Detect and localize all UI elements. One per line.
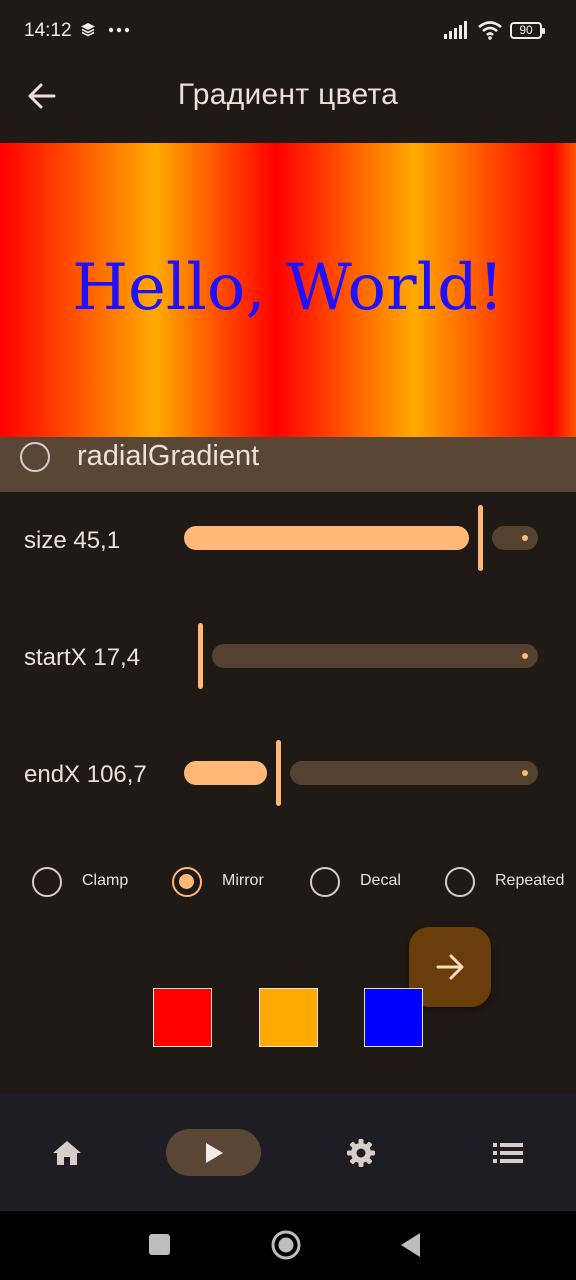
nav-play[interactable] [166,1129,261,1176]
tile-mode-group: Clamp Mirror Decal Repeated [0,860,576,904]
endx-slider-thumb[interactable] [276,740,281,806]
endx-slider-inactive-track [290,761,538,785]
list-icon [493,1142,523,1163]
size-slider[interactable] [184,505,538,571]
nav-home[interactable] [40,1129,94,1176]
radial-gradient-radio[interactable] [20,442,50,472]
preview-text: Hello, World! [72,251,504,325]
tile-mode-decal-label: Decal [360,872,401,889]
size-slider-thumb[interactable] [478,505,483,571]
startx-slider-label: startX 17,4 [24,644,141,671]
size-slider-inactive-track [492,526,538,550]
tile-mode-repeated-label: Repeated [495,872,565,889]
color-swatch-blue[interactable] [364,988,423,1047]
tile-mode-decal-radio[interactable] [310,867,340,897]
tile-mode-clamp-radio[interactable] [32,867,62,897]
settings-icon [347,1138,375,1167]
startx-slider-thumb[interactable] [198,623,203,689]
status-time: 14:12 [24,20,72,41]
status-right-icons: 90 [444,20,545,40]
startx-slider-inactive-track [212,644,538,668]
back-system-button[interactable] [398,1231,424,1259]
layers-icon [81,23,95,37]
play-icon [205,1142,223,1163]
tile-mode-repeated-radio[interactable] [445,867,475,897]
circle-icon [271,1230,301,1260]
arrow-right-icon [436,954,464,980]
startx-slider[interactable] [184,623,538,689]
page-title: Градиент цвета [177,78,399,111]
status-left-icons [80,22,130,38]
radial-gradient-label: radialGradient [77,440,260,472]
home-system-button[interactable] [270,1229,302,1261]
recents-button[interactable] [148,1233,172,1257]
endx-slider-stop-indicator [522,770,528,776]
tile-mode-clamp-label: Clamp [82,872,129,889]
square-icon [149,1234,170,1255]
wifi-icon [478,21,502,40]
home-icon [53,1140,81,1165]
size-slider-stop-indicator [522,535,528,541]
gradient-preview: Hello, World! [0,143,576,437]
triangle-back-icon [401,1233,420,1257]
nav-settings[interactable] [334,1129,388,1176]
signal-icon [444,21,467,39]
endx-slider[interactable] [184,740,538,806]
battery-icon: 90 [510,21,545,39]
startx-slider-stop-indicator [522,653,528,659]
more-dots-icon [108,27,130,33]
color-swatch-red[interactable] [153,988,212,1047]
nav-list[interactable] [481,1129,535,1176]
size-slider-active-track [184,526,469,550]
color-swatch-orange[interactable] [259,988,318,1047]
endx-slider-active-track [184,761,267,785]
tile-mode-mirror-label: Mirror [222,872,264,889]
size-slider-label: size 45,1 [24,527,121,554]
tile-mode-mirror-radio[interactable] [172,867,202,897]
endx-slider-label: endX 106,7 [24,761,147,788]
